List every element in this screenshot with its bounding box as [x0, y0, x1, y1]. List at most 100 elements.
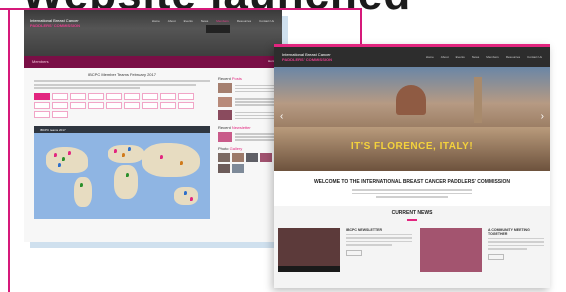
news-card-1-text: IBCPC NEWSLETTER	[346, 228, 412, 256]
nav-events[interactable]: Events	[184, 19, 193, 23]
hero-slider: ‹ › IT'S FLORENCE, ITALY!	[274, 67, 550, 171]
nav-news[interactable]: News	[472, 55, 480, 59]
news2-title[interactable]: A COMMUNITY MEETING TOGETHER	[488, 228, 544, 236]
country-tag[interactable]	[34, 93, 50, 100]
text-line	[34, 83, 196, 86]
country-tag[interactable]	[88, 102, 104, 109]
read-more-button[interactable]	[488, 253, 504, 260]
recent-label: Recent	[218, 124, 231, 130]
gallery-label: Gallery	[229, 146, 243, 151]
map-pin[interactable]	[126, 173, 129, 177]
news-underline	[407, 218, 417, 221]
gallery-photo[interactable]	[218, 153, 230, 162]
news-card-2-image[interactable]	[420, 227, 482, 272]
tower-shape	[474, 77, 482, 123]
newsletter-item[interactable]	[218, 131, 276, 143]
land-asia	[142, 143, 200, 177]
nav-news[interactable]: News	[201, 19, 209, 23]
country-tag[interactable]	[34, 111, 50, 118]
map-header: IBCPC teams 2017	[34, 126, 210, 133]
members-page-header: International Breast Cancer PADDLERS' CO…	[24, 10, 282, 56]
world-map[interactable]	[34, 133, 210, 219]
members-page-brand: International Breast Cancer PADDLERS' CO…	[30, 18, 90, 28]
country-tag-list	[34, 93, 210, 118]
gallery-photo[interactable]	[246, 153, 258, 162]
news-image	[278, 227, 340, 266]
nav-contact[interactable]: Contact Us	[259, 19, 274, 23]
country-tag[interactable]	[124, 102, 140, 109]
frame-left-line	[8, 8, 10, 292]
members-main-content: IBCPC Member Teams February 2017 IBCPC t…	[34, 72, 210, 219]
map-pin[interactable]	[54, 153, 57, 157]
photo-label: Photo	[218, 146, 229, 151]
nav-members[interactable]: Members	[486, 55, 499, 59]
slider-next-icon[interactable]: ›	[541, 111, 544, 122]
recent-post-item[interactable]	[218, 96, 276, 108]
map-pin[interactable]	[68, 151, 71, 155]
country-tag[interactable]	[142, 102, 158, 109]
country-tag[interactable]	[178, 102, 194, 109]
map-pin[interactable]	[114, 149, 117, 153]
nav-about[interactable]: About	[168, 19, 176, 23]
news-card-1-image[interactable]	[278, 227, 340, 272]
home-page-nav: Home About Events News Members Resources…	[426, 55, 542, 59]
news1-title[interactable]: IBCPC NEWSLETTER	[346, 228, 412, 232]
nav-contact[interactable]: Contact Us	[527, 55, 542, 59]
country-tag[interactable]	[52, 102, 68, 109]
nav-about[interactable]: About	[441, 55, 449, 59]
land-south-america	[74, 177, 92, 207]
nav-members[interactable]: Members	[216, 19, 229, 23]
map-pin[interactable]	[160, 155, 163, 159]
nav-resources[interactable]: Resources	[506, 55, 520, 59]
map-pin[interactable]	[80, 183, 83, 187]
country-tag[interactable]	[52, 111, 68, 118]
nav-home[interactable]: Home	[152, 19, 160, 23]
map-pin[interactable]	[190, 197, 193, 201]
country-tag[interactable]	[160, 102, 176, 109]
country-tag[interactable]	[142, 93, 158, 100]
recent-post-item[interactable]	[218, 83, 276, 94]
map-pin[interactable]	[180, 161, 183, 165]
recent-post-item[interactable]	[218, 110, 276, 121]
gallery-photo[interactable]	[232, 153, 244, 162]
nav-resources[interactable]: Resources	[237, 19, 251, 23]
members-page-screenshot: International Breast Cancer PADDLERS' CO…	[24, 10, 282, 242]
read-more-button[interactable]	[346, 249, 362, 256]
current-news-section: CURRENT NEWS IBCPC NEWSLETTER A COMMUNIT…	[274, 205, 550, 288]
country-tag[interactable]	[88, 93, 104, 100]
map-pin[interactable]	[122, 153, 125, 157]
country-tag[interactable]	[178, 93, 194, 100]
country-tag[interactable]	[160, 93, 176, 100]
welcome-heading: WELCOME TO THE INTERNATIONAL BREAST CANC…	[313, 179, 511, 185]
members-title-bar: Members Home	[24, 56, 282, 68]
map-pin[interactable]	[58, 163, 61, 167]
country-tag[interactable]	[106, 102, 122, 109]
brand-line2: PADDLERS' COMMISSION	[282, 57, 332, 62]
nav-events[interactable]: Events	[456, 55, 465, 59]
country-tag[interactable]	[52, 93, 68, 100]
country-tag[interactable]	[34, 102, 50, 109]
recent-posts-heading: Recent Posts	[218, 76, 276, 81]
country-tag[interactable]	[124, 93, 140, 100]
country-tag[interactable]	[106, 93, 122, 100]
slider-prev-icon[interactable]: ‹	[280, 111, 283, 122]
gallery-photo[interactable]	[232, 164, 244, 173]
news-image	[420, 227, 482, 272]
newsletter-thumbnail	[218, 131, 232, 142]
land-australia	[174, 187, 198, 205]
posts-label: Posts	[231, 76, 242, 81]
duomo-shape	[396, 85, 426, 115]
country-tag[interactable]	[70, 93, 86, 100]
photo-gallery-heading: Photo Gallery	[218, 146, 276, 151]
gallery-photo[interactable]	[260, 153, 272, 162]
gallery-photo[interactable]	[218, 164, 230, 173]
news-image-caption	[278, 265, 340, 272]
country-tag[interactable]	[70, 102, 86, 109]
home-page-screenshot: International Breast Cancer PADDLERS' CO…	[274, 44, 550, 288]
nav-home[interactable]: Home	[426, 55, 434, 59]
map-pin[interactable]	[184, 191, 187, 195]
map-pin[interactable]	[128, 147, 131, 151]
members-page-nav: Home About Events News Members Resources…	[152, 19, 274, 33]
land-europe	[108, 145, 144, 163]
map-pin[interactable]	[62, 157, 65, 161]
